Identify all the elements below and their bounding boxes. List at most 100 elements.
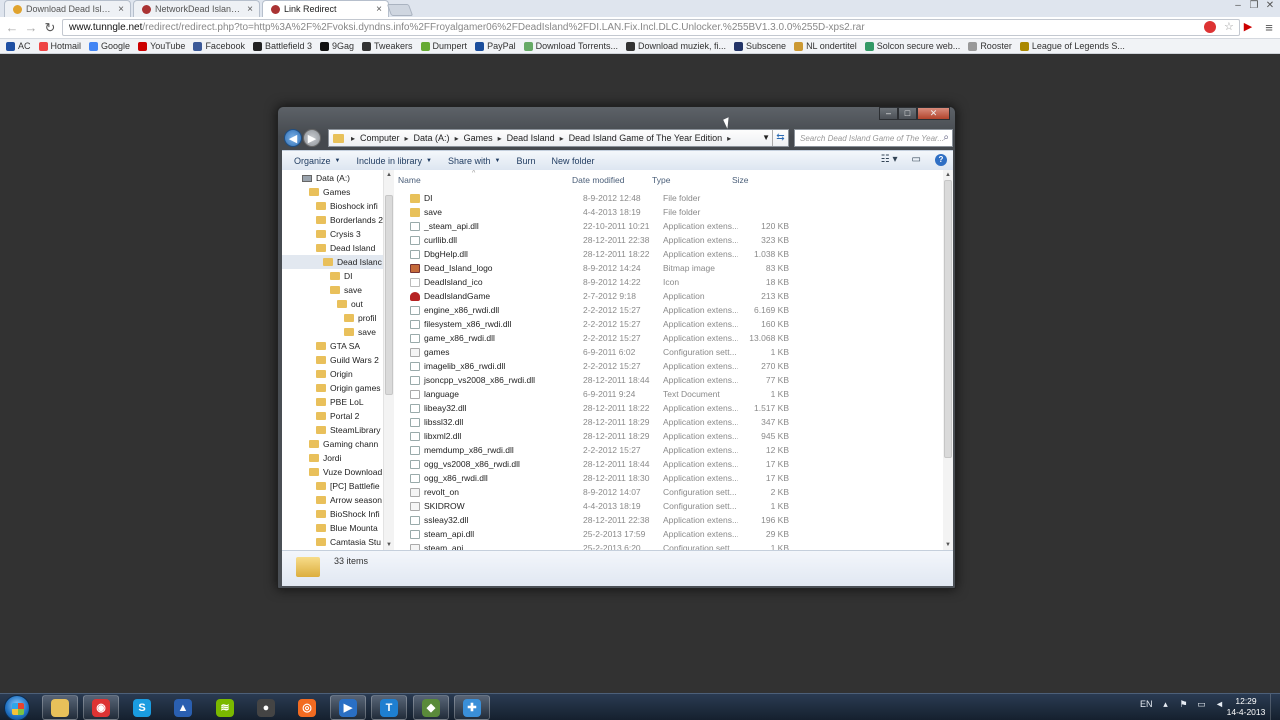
close-icon[interactable]: × — [247, 4, 253, 15]
view-options-icon[interactable]: ☷ ▾ — [881, 154, 898, 166]
file-row[interactable]: DbgHelp.dll 28-12-2011 18:22 Application e… — [395, 247, 943, 261]
file-row[interactable]: DeadIsland_ico 8-9-2012 14:22 Icon 18 KB — [395, 275, 943, 289]
bookmark-item[interactable]: Google — [89, 41, 130, 51]
bookmark-item[interactable]: Hotmail — [38, 41, 81, 51]
taskbar-explorer-button[interactable] — [42, 695, 78, 720]
close-icon[interactable]: × — [376, 4, 382, 15]
column-header-size[interactable]: Size — [732, 175, 749, 185]
organize-button[interactable]: Organize ▼ — [294, 156, 340, 166]
reload-icon[interactable]: ↻ — [42, 20, 58, 36]
bookmark-item[interactable]: PayPal — [475, 41, 516, 51]
bookmark-item[interactable]: Subscene — [734, 41, 786, 51]
menu-icon[interactable]: ≡ — [1261, 20, 1277, 35]
taskbar-camtasia-button[interactable]: ◆ — [413, 695, 449, 720]
tree-item[interactable]: out — [282, 297, 383, 311]
bookmark-item[interactable]: Solcon secure web... — [864, 41, 960, 51]
tree-item[interactable]: DI — [282, 269, 383, 283]
taskbar-chrome-button[interactable]: ◉ — [83, 695, 119, 720]
taskbar-media-player-button[interactable]: ▶ — [330, 695, 366, 720]
forward-arrow-icon[interactable]: → — [23, 20, 39, 35]
new-folder-button[interactable]: New folder — [551, 156, 594, 166]
file-row[interactable]: ogg_x86_rwdi.dll 28-12-2011 18:30 Applicat… — [395, 471, 943, 485]
address-bar[interactable]: www.tunngle.net/redirect/redirect.php?to… — [62, 19, 1240, 36]
tree-item[interactable]: Vuze Download — [282, 465, 383, 479]
tree-item[interactable]: Arrow season — [282, 493, 383, 507]
refresh-icon[interactable]: ⇆ — [772, 130, 788, 146]
file-row[interactable]: _steam_api.dll 22-10-2011 10:21 Applicatio… — [395, 219, 943, 233]
taskbar-steam-button[interactable]: ● — [248, 695, 284, 720]
tree-item[interactable]: Origin games — [282, 381, 383, 395]
tree-item[interactable]: Portal 2 — [282, 409, 383, 423]
back-arrow-icon[interactable]: ◀ — [284, 129, 302, 147]
include-in-library-button[interactable]: Include in library ▼ — [356, 156, 431, 166]
close-icon[interactable]: ✕ — [917, 107, 950, 120]
file-row[interactable]: libssl32.dll 28-12-2011 18:29 Application … — [395, 415, 943, 429]
scroll-down-icon[interactable]: ▼ — [943, 542, 953, 548]
column-header-type[interactable]: Type — [652, 175, 670, 185]
scroll-down-icon[interactable]: ▼ — [384, 542, 394, 548]
volume-icon[interactable]: ◄ — [1215, 699, 1225, 709]
file-row[interactable]: jsoncpp_vs2008_x86_rwdi.dll 28-12-2011 18… — [395, 373, 943, 387]
maximize-icon[interactable]: □ — [898, 107, 917, 120]
navigation-scrollbar[interactable]: ▲ ▼ — [384, 170, 394, 550]
file-row[interactable]: engine_x86_rwdi.dll 2-2-2012 15:27 Applica… — [395, 303, 943, 317]
bookmark-item[interactable]: League of Legends S... — [1019, 41, 1125, 51]
network-icon[interactable]: ▭ — [1197, 699, 1207, 709]
help-icon[interactable]: ? — [935, 154, 947, 166]
scroll-thumb[interactable] — [944, 180, 952, 458]
tree-item[interactable]: Blue Mounta — [282, 521, 383, 535]
bookmark-item[interactable]: Dumpert — [420, 41, 467, 51]
scroll-up-icon[interactable]: ▲ — [943, 172, 953, 178]
file-row[interactable]: Dead_Island_logo 8-9-2012 14:24 Bitmap ima… — [395, 261, 943, 275]
browser-tab-active[interactable]: Link Redirect × — [262, 0, 389, 17]
language-indicator[interactable]: EN — [1140, 699, 1153, 709]
close-icon[interactable]: ✕ — [1264, 0, 1276, 11]
bookmark-item[interactable]: Tweakers — [362, 41, 413, 51]
file-row[interactable]: steam_api 25-2-2013 6:20 Configuration set… — [395, 541, 943, 550]
tree-item[interactable]: Bioshock infi — [282, 199, 383, 213]
tree-item[interactable]: GTA SA — [282, 339, 383, 353]
tree-item[interactable]: Borderlands 2 — [282, 213, 383, 227]
bookmark-item[interactable]: YouTube — [138, 41, 185, 51]
bookmark-item[interactable]: 9Gag — [320, 41, 354, 51]
show-hidden-icons-icon[interactable]: ▴ — [1161, 699, 1171, 709]
burn-button[interactable]: Burn — [516, 156, 535, 166]
tree-item[interactable]: save — [282, 283, 383, 297]
tree-item[interactable]: Data (A:) — [282, 171, 383, 185]
file-row[interactable]: ssleay32.dll 28-12-2011 22:38 Application … — [395, 513, 943, 527]
new-tab-button[interactable] — [386, 4, 414, 16]
file-row[interactable]: language 6-9-2011 9:24 Text Document 1 KB — [395, 387, 943, 401]
file-list-scrollbar[interactable]: ▲ ▼ — [943, 170, 953, 550]
tree-item[interactable]: Dead Island — [282, 241, 383, 255]
column-header-name[interactable]: Name — [398, 175, 421, 185]
tree-item[interactable]: save — [282, 325, 383, 339]
taskbar-network-button[interactable]: ✚ — [454, 695, 490, 720]
tree-item[interactable]: Dead Islanc — [282, 255, 383, 269]
clock[interactable]: 12:29 14-4-2013 — [1226, 696, 1266, 718]
preview-pane-icon[interactable]: ▭ — [912, 154, 921, 166]
taskbar-origin-button[interactable]: ◎ — [289, 695, 325, 720]
taskbar-vuze-button[interactable]: ▲ — [165, 695, 201, 720]
tree-item[interactable]: Jordi — [282, 451, 383, 465]
file-row[interactable]: revolt_on 8-9-2012 14:07 Configuration set… — [395, 485, 943, 499]
dropdown-arrow-icon[interactable]: ▼ — [762, 133, 770, 142]
file-row[interactable]: DeadIslandGame 2-7-2012 9:18 Application 21… — [395, 289, 943, 303]
tree-item[interactable]: Gaming chann — [282, 437, 383, 451]
tree-item[interactable]: Crysis 3 — [282, 227, 383, 241]
action-center-flag-icon[interactable]: ⚑ — [1179, 699, 1189, 709]
breadcrumb-item[interactable]: Data (A:) — [414, 133, 450, 143]
bookmark-star-icon[interactable]: ☆ — [1224, 21, 1236, 33]
bookmark-item[interactable]: Facebook — [193, 41, 245, 51]
column-header-date[interactable]: Date modified — [572, 175, 624, 185]
tree-item[interactable]: SteamLibrary — [282, 423, 383, 437]
start-button[interactable] — [4, 695, 30, 720]
tree-item[interactable]: PBE LoL — [282, 395, 383, 409]
breadcrumb-item[interactable]: Computer — [360, 133, 400, 143]
restore-icon[interactable]: ❐ — [1248, 0, 1260, 11]
minimize-icon[interactable]: – — [879, 107, 898, 120]
file-row[interactable]: save 4-4-2013 18:19 File folder — [395, 205, 943, 219]
forward-arrow-icon[interactable]: ▶ — [303, 129, 321, 147]
file-row[interactable]: game_x86_rwdi.dll 2-2-2012 15:27 Applicati… — [395, 331, 943, 345]
file-row[interactable]: libeay32.dll 28-12-2011 18:22 Application … — [395, 401, 943, 415]
file-row[interactable]: DI 8-9-2012 12:48 File folder — [395, 191, 943, 205]
